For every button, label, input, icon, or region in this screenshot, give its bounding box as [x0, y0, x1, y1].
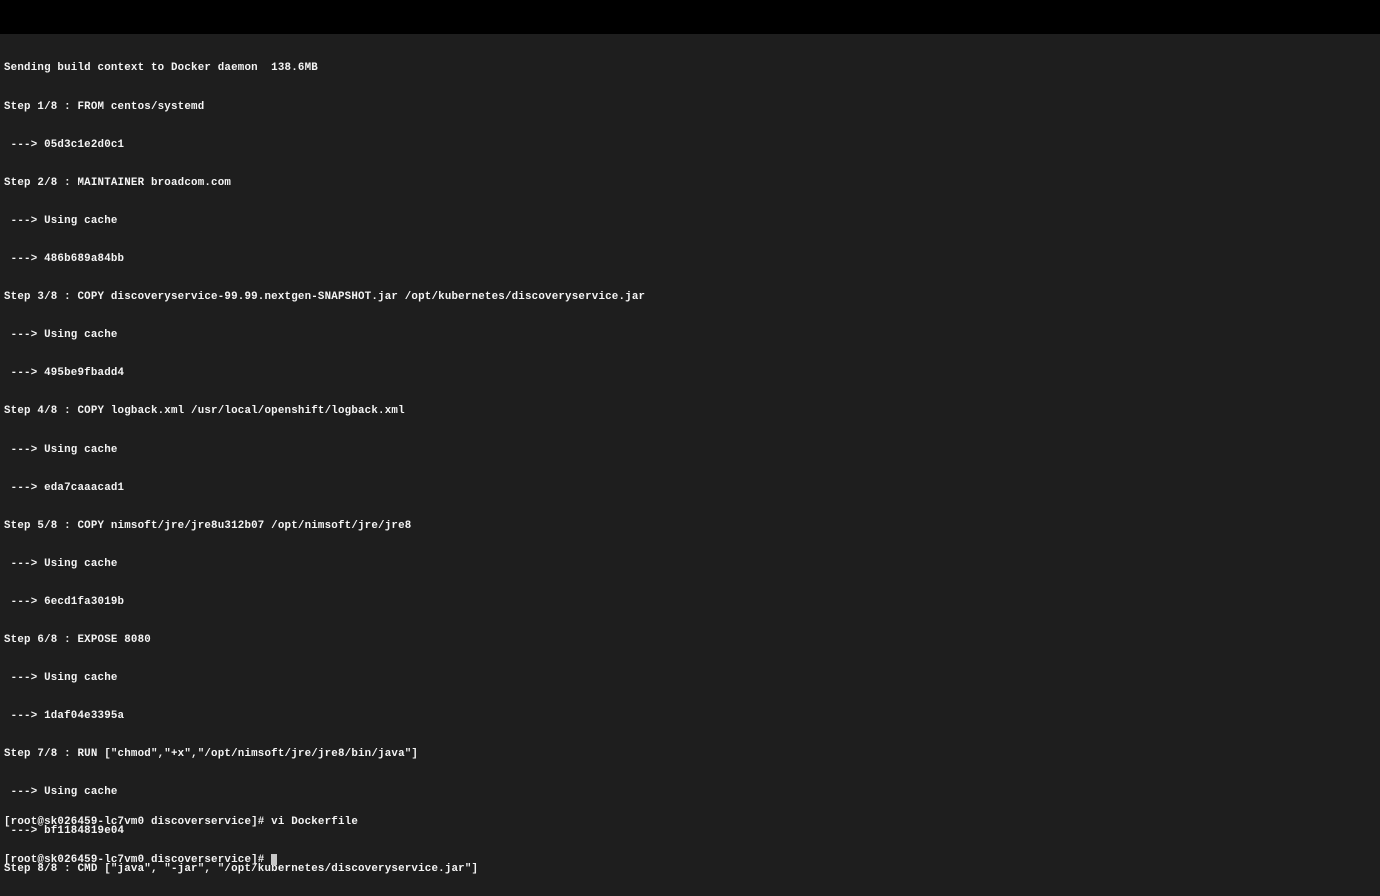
cursor-icon	[271, 854, 277, 865]
terminal-output-top: Sending build context to Docker daemon 1…	[4, 37, 1376, 896]
terminal-line: Step 2/8 : MAINTAINER broadcom.com	[4, 177, 1376, 190]
terminal-output-bottom: [root@sk026459-lc7vm0 discoverservice]# …	[4, 790, 1376, 892]
terminal-line: ---> Using cache	[4, 215, 1376, 228]
terminal-line: ---> 1daf04e3395a	[4, 710, 1376, 723]
terminal-line: ---> 486b689a84bb	[4, 253, 1376, 266]
terminal-line: ---> Using cache	[4, 672, 1376, 685]
terminal-line: ---> 6ecd1fa3019b	[4, 596, 1376, 609]
terminal-line: ---> Using cache	[4, 329, 1376, 342]
terminal-line: Step 1/8 : FROM centos/systemd	[4, 101, 1376, 114]
terminal-line: ---> Using cache	[4, 558, 1376, 571]
terminal-line: Step 5/8 : COPY nimsoft/jre/jre8u312b07 …	[4, 520, 1376, 533]
terminal-line: Step 3/8 : COPY discoveryservice-99.99.n…	[4, 291, 1376, 304]
terminal-line: ---> eda7caaacad1	[4, 482, 1376, 495]
terminal-line: ---> Using cache	[4, 444, 1376, 457]
terminal-line: Step 7/8 : RUN ["chmod","+x","/opt/nimso…	[4, 748, 1376, 761]
terminal-prompt-line: [root@sk026459-lc7vm0 discoverservice]#	[4, 854, 1376, 867]
terminal-line: ---> 05d3c1e2d0c1	[4, 139, 1376, 152]
window-titlebar	[0, 0, 1380, 34]
terminal-line: Step 6/8 : EXPOSE 8080	[4, 634, 1376, 647]
terminal-prompt-text: [root@sk026459-lc7vm0 discoverservice]#	[4, 854, 271, 866]
terminal-line: ---> 495be9fbadd4	[4, 367, 1376, 380]
terminal-line: Sending build context to Docker daemon 1…	[4, 62, 1376, 75]
terminal-area[interactable]: Sending build context to Docker daemon 1…	[0, 34, 1380, 896]
terminal-line: [root@sk026459-lc7vm0 discoverservice]# …	[4, 816, 1376, 829]
terminal-line: Step 4/8 : COPY logback.xml /usr/local/o…	[4, 405, 1376, 418]
